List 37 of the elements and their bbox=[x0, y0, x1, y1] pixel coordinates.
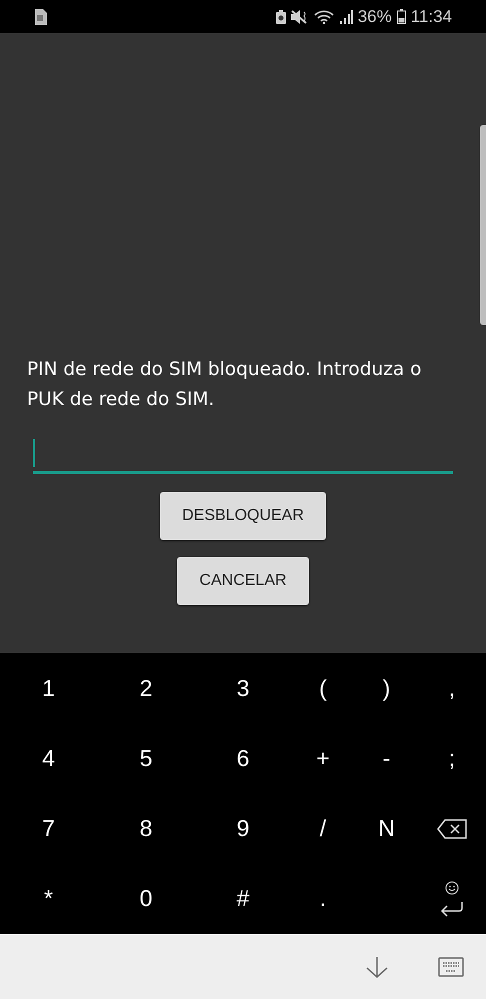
emoji-icon[interactable] bbox=[445, 880, 459, 895]
hide-keyboard-icon[interactable] bbox=[364, 956, 390, 978]
message: PIN de rede do SIM bloqueado. Introduza o PUK de rede do SIM. bbox=[26, 358, 422, 412]
signal-icon bbox=[338, 10, 353, 24]
key[interactable]: N bbox=[372, 811, 401, 846]
key[interactable]: # bbox=[230, 881, 256, 916]
key[interactable]: ( bbox=[313, 670, 333, 706]
key[interactable]: - bbox=[376, 740, 396, 776]
key[interactable]: 9 bbox=[230, 811, 256, 846]
key[interactable]: ) bbox=[376, 670, 396, 706]
key[interactable]: 5 bbox=[134, 740, 158, 776]
backspace-icon[interactable] bbox=[437, 818, 467, 839]
key[interactable]: 2 bbox=[134, 670, 158, 706]
clock: 11:34 bbox=[410, 6, 452, 26]
sim-card-icon bbox=[34, 8, 48, 24]
battery-percent: 36% bbox=[358, 6, 392, 26]
key[interactable]: / bbox=[314, 811, 332, 846]
enter-icon[interactable] bbox=[440, 900, 464, 917]
key[interactable]: * bbox=[38, 881, 59, 916]
battery-icon bbox=[396, 9, 406, 24]
key[interactable]: 1 bbox=[36, 670, 61, 706]
key[interactable]: 4 bbox=[36, 740, 61, 776]
key[interactable]: + bbox=[310, 740, 336, 776]
keyboard-icon[interactable] bbox=[438, 956, 464, 976]
action-button[interactable]: DESBLOQUEAR bbox=[160, 492, 326, 540]
battery-saver-icon bbox=[276, 10, 286, 24]
key[interactable]: , bbox=[442, 670, 462, 706]
mute-icon bbox=[290, 10, 309, 24]
wifi-icon bbox=[314, 10, 334, 24]
action-button[interactable]: CANCELAR bbox=[177, 557, 309, 605]
key[interactable]: 6 bbox=[230, 740, 256, 776]
key[interactable]: 8 bbox=[134, 811, 158, 846]
key[interactable]: 3 bbox=[230, 670, 256, 706]
key[interactable]: 7 bbox=[36, 811, 61, 846]
key[interactable]: . bbox=[314, 881, 332, 916]
key[interactable]: 0 bbox=[134, 881, 158, 916]
key[interactable]: ; bbox=[442, 740, 462, 776]
